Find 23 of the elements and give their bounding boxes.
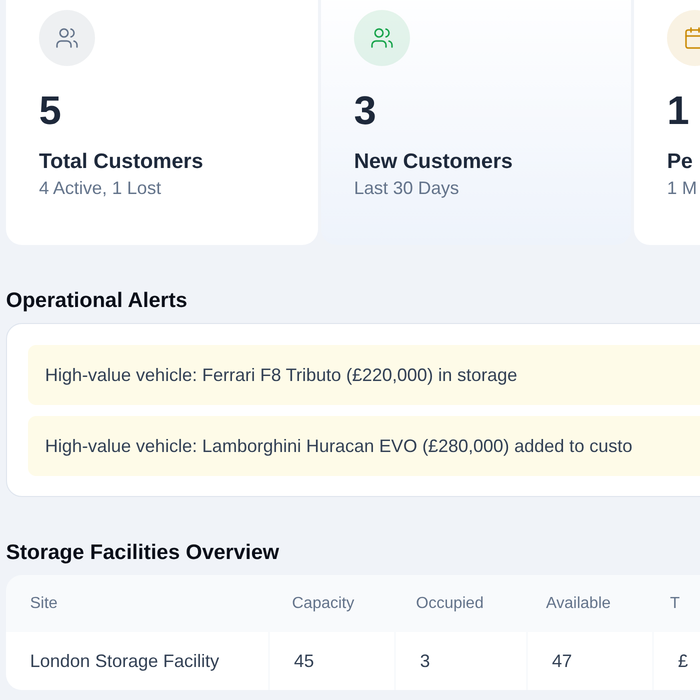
stat-value: 1 [667, 88, 690, 134]
stat-subtitle: 1 M [667, 178, 698, 199]
table-cell: 45 [270, 632, 394, 690]
column-header: Available [545, 594, 612, 614]
stat-title: Total Customers [39, 150, 204, 174]
stat-title: New Customers [354, 150, 514, 174]
column-header: Site [29, 594, 59, 614]
alert-message: High-value vehicle: Lamborghini Huracan EVO (£280,000) added to custo [28, 416, 700, 476]
column-header: Occupied [415, 594, 485, 614]
table-cell: 3 [396, 632, 526, 690]
stat-value: 3 [354, 88, 378, 134]
stat-subtitle: Last 30 Days [354, 178, 460, 199]
column-header: T [669, 594, 681, 614]
stat-title: Pe [667, 150, 694, 174]
table-cell: London Storage Facility [6, 632, 268, 690]
column-header: Capacity [291, 594, 356, 614]
table-cell: £ [654, 632, 700, 690]
stat-subtitle: 4 Active, 1 Lost [39, 178, 162, 199]
section-heading: Operational Alerts [6, 289, 188, 313]
alert-message: High-value vehicle: Ferrari F8 Tributo (£220,000) in storage [28, 345, 700, 405]
section-heading: Storage Facilities Overview [6, 541, 280, 565]
table-cell: 47 [528, 632, 652, 690]
stat-value: 5 [39, 88, 62, 134]
